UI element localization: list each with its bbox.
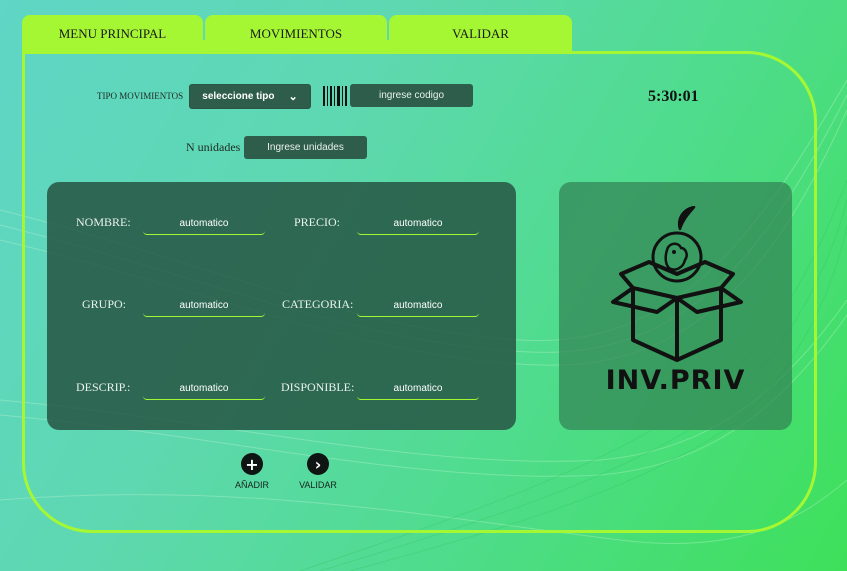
tab-label: MOVIMIENTOS	[249, 26, 343, 41]
precio-label: PRECIO:	[294, 215, 341, 229]
barcode-icon[interactable]	[323, 86, 347, 106]
tipo-movimiento-select[interactable]: seleccione tipo ⌄	[189, 84, 311, 109]
n-unidades-label: N unidades	[186, 140, 241, 154]
chevron-down-icon: ⌄	[288, 91, 298, 103]
grupo-field[interactable]: automatico	[143, 294, 265, 317]
categoria-label: CATEGORIA:	[282, 297, 354, 311]
nombre-label: NOMBRE:	[76, 215, 131, 229]
disponible-field[interactable]: automatico	[357, 377, 479, 400]
logo-panel: INV.PRIV	[559, 182, 792, 430]
inventory-box-logo-icon	[611, 206, 743, 362]
tab-validar[interactable]: VALIDAR	[389, 15, 572, 53]
add-button[interactable]: + AÑADIR	[222, 453, 282, 490]
tab-label: MENU PRINCIPAL	[58, 26, 167, 41]
select-value: seleccione tipo	[202, 91, 275, 102]
precio-field[interactable]: automatico	[357, 212, 479, 235]
descrip-label: DESCRIP.:	[76, 380, 131, 394]
grupo-label: GRUPO:	[82, 297, 127, 311]
tab-label: VALIDAR	[452, 26, 509, 41]
descrip-field[interactable]: automatico	[143, 377, 265, 400]
logo-text: INV.PRIV	[605, 365, 746, 396]
categoria-field[interactable]: automatico	[357, 294, 479, 317]
tab-menu-principal[interactable]: MENU PRINCIPAL	[22, 15, 203, 53]
clock-display: 5:30:01	[648, 88, 699, 105]
unidades-input[interactable]: Ingrese unidades	[244, 136, 367, 159]
tipo-movimientos-label: TIPO MOVIMIENTOS	[97, 91, 184, 101]
validate-label: VALIDAR	[299, 480, 337, 490]
codigo-input[interactable]: ingrese codigo	[350, 84, 473, 107]
add-label: AÑADIR	[234, 480, 269, 490]
validate-button[interactable]: › VALIDAR	[288, 453, 348, 490]
disponible-label: DISPONIBLE:	[281, 380, 355, 394]
nombre-field[interactable]: automatico	[143, 212, 265, 235]
chevron-right-circle-icon: ›	[307, 453, 329, 475]
tab-movimientos[interactable]: MOVIMIENTOS	[205, 15, 387, 53]
plus-circle-icon: +	[241, 453, 263, 475]
